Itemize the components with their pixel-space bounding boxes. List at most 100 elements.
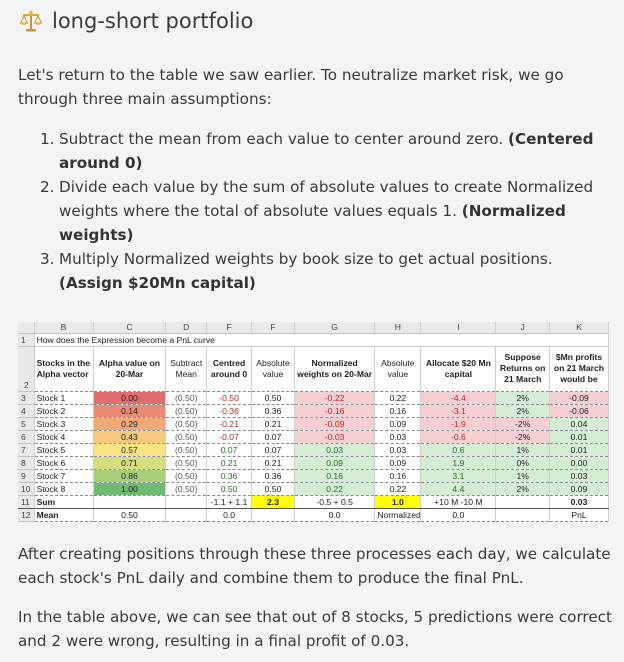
- return-pct: 1%: [495, 443, 550, 457]
- stock-name: Stock 7: [34, 469, 94, 483]
- mean-alpha: 0.50: [93, 508, 167, 523]
- sum-abs1: 2.3: [251, 495, 295, 509]
- mean-profit: PnL: [549, 508, 610, 523]
- sum-profit: 0.03: [549, 495, 610, 509]
- absolute-value: 0.21: [251, 417, 295, 431]
- page-title: long-short portfolio: [52, 9, 254, 33]
- header-absolute-2: Absolute value: [374, 346, 422, 392]
- row-number: 2: [18, 346, 35, 392]
- profit: 0.03: [549, 469, 610, 483]
- subtract-mean: (0.50): [165, 417, 208, 431]
- absolute-weight: 0.16: [374, 469, 422, 483]
- profit: -0.09: [549, 391, 610, 405]
- stock-name: Stock 3: [34, 417, 94, 431]
- empty-cell: [495, 508, 550, 523]
- intro-paragraph: Let's return to the table we saw earlier…: [18, 66, 564, 108]
- return-pct: 0%: [495, 456, 550, 470]
- centred-value: 0.07: [206, 443, 253, 457]
- allocation: -3.1: [420, 404, 497, 418]
- absolute-value: 0.21: [251, 456, 295, 470]
- return-pct: 1%: [495, 469, 550, 483]
- step-number: 3.: [40, 250, 55, 268]
- step-number: 2.: [40, 178, 55, 196]
- header-absolute: Absolute value: [251, 346, 295, 392]
- column-letter: J: [495, 322, 550, 334]
- centred-value: -0.21: [206, 417, 253, 431]
- absolute-value: 0.50: [251, 482, 295, 496]
- allocation: -4.4: [420, 391, 497, 405]
- column-letter-row: B C D F F G H I J K: [18, 322, 610, 334]
- mean-centred: 0.0: [206, 508, 253, 523]
- mean-label: Mean: [34, 508, 94, 523]
- sum-centred: -1.1 + 1.1: [206, 495, 253, 509]
- absolute-value: 0.36: [251, 404, 295, 418]
- header-alpha: Alpha value on 20-Mar: [93, 346, 167, 392]
- sheet-caption: How does the Expression become a PnL cur…: [34, 333, 610, 347]
- allocation: 4.4: [420, 482, 497, 496]
- list-item: 3. Multiply Normalized weights by book s…: [40, 247, 614, 295]
- sum-row: 11 Sum -1.1 + 1.1 2.3 -0.5 + 0.5 1.0 +10…: [18, 495, 610, 509]
- centred-value: -0.50: [206, 391, 253, 405]
- alpha-value: 0.71: [93, 456, 167, 470]
- row-number: 7: [18, 443, 35, 457]
- absolute-value: 0.36: [251, 469, 295, 483]
- corner-cell: [18, 322, 35, 334]
- row-number: 1: [18, 333, 35, 347]
- row-number: 11: [18, 495, 35, 509]
- step-text: Subtract the mean from each value to cen…: [59, 130, 504, 148]
- table-row: 3 Stock 1 0.00 (0.50) -0.50 0.50 -0.22 0.22 -4.4…: [18, 391, 610, 405]
- table-row: 4 Stock 2 0.14 (0.50) -0.36 0.36 -0.16 0.16 -3.1…: [18, 404, 610, 418]
- absolute-value: 0.07: [251, 430, 295, 444]
- empty-cell: [251, 508, 295, 523]
- profit: 0.01: [549, 443, 610, 457]
- mean-abs2: Normalized: [374, 508, 422, 523]
- normalized-weight: -0.03: [294, 430, 376, 444]
- list-item: 2. Divide each value by the sum of absol…: [40, 175, 614, 247]
- alpha-value: 1.00: [93, 482, 167, 496]
- subtract-mean: (0.50): [165, 430, 208, 444]
- empty-cell: [93, 495, 167, 509]
- absolute-weight: 0.03: [374, 443, 422, 457]
- row-number: 8: [18, 456, 35, 470]
- normalized-weight: -0.16: [294, 404, 376, 418]
- alpha-value: 0.14: [93, 404, 167, 418]
- sheet-row-1: 1 How does the Expression become a PnL c…: [18, 333, 610, 347]
- normalized-weight: 0.09: [294, 456, 376, 470]
- normalized-weight: -0.22: [294, 391, 376, 405]
- allocation: -1.9: [420, 417, 497, 431]
- alpha-value: 0.43: [93, 430, 167, 444]
- absolute-weight: 0.09: [374, 456, 422, 470]
- column-letter: F: [251, 322, 295, 334]
- sum-abs2: 1.0: [374, 495, 422, 509]
- sum-norm: -0.5 + 0.5: [294, 495, 376, 509]
- column-letter: I: [420, 322, 497, 334]
- return-pct: -2%: [495, 417, 550, 431]
- empty-cell: [165, 508, 208, 523]
- page-title-row: long-short portfolio: [18, 8, 253, 34]
- allocation: 1.9: [420, 456, 497, 470]
- list-item: 1. Subtract the mean from each value to …: [40, 127, 614, 175]
- subtract-mean: (0.50): [165, 482, 208, 496]
- stock-name: Stock 5: [34, 443, 94, 457]
- header-normalized: Normalized weights on 20-Mar: [294, 346, 376, 392]
- empty-cell: [495, 495, 550, 509]
- step-text: Multiply Normalized weights by book size…: [59, 250, 553, 268]
- profit: 0.04: [549, 417, 610, 431]
- row-number: 4: [18, 404, 35, 418]
- table-row: 9 Stock 7 0.86 (0.50) 0.36 0.36 0.16 0.16 3.1 1% 0…: [18, 469, 610, 483]
- profit: 0.09: [549, 482, 610, 496]
- column-letter: D: [165, 322, 208, 334]
- centred-value: 0.50: [206, 482, 253, 496]
- subtract-mean: (0.50): [165, 456, 208, 470]
- stock-name: Stock 8: [34, 482, 94, 496]
- step-emphasis: (Assign $20Mn capital): [59, 274, 256, 292]
- column-letter: K: [549, 322, 610, 334]
- sum-label: Sum: [34, 495, 94, 509]
- table-row: 6 Stock 4 0.43 (0.50) -0.07 0.07 -0.03 0.03 -0.6…: [18, 430, 610, 444]
- header-allocate: Allocate $20 Mn capital: [420, 346, 497, 392]
- return-pct: -2%: [495, 430, 550, 444]
- normalized-weight: 0.16: [294, 469, 376, 483]
- normalized-weight: 0.22: [294, 482, 376, 496]
- step-number: 1.: [40, 130, 55, 148]
- table-row: 8 Stock 6 0.71 (0.50) 0.21 0.21 0.09 0.09 1.9 0% 0…: [18, 456, 610, 470]
